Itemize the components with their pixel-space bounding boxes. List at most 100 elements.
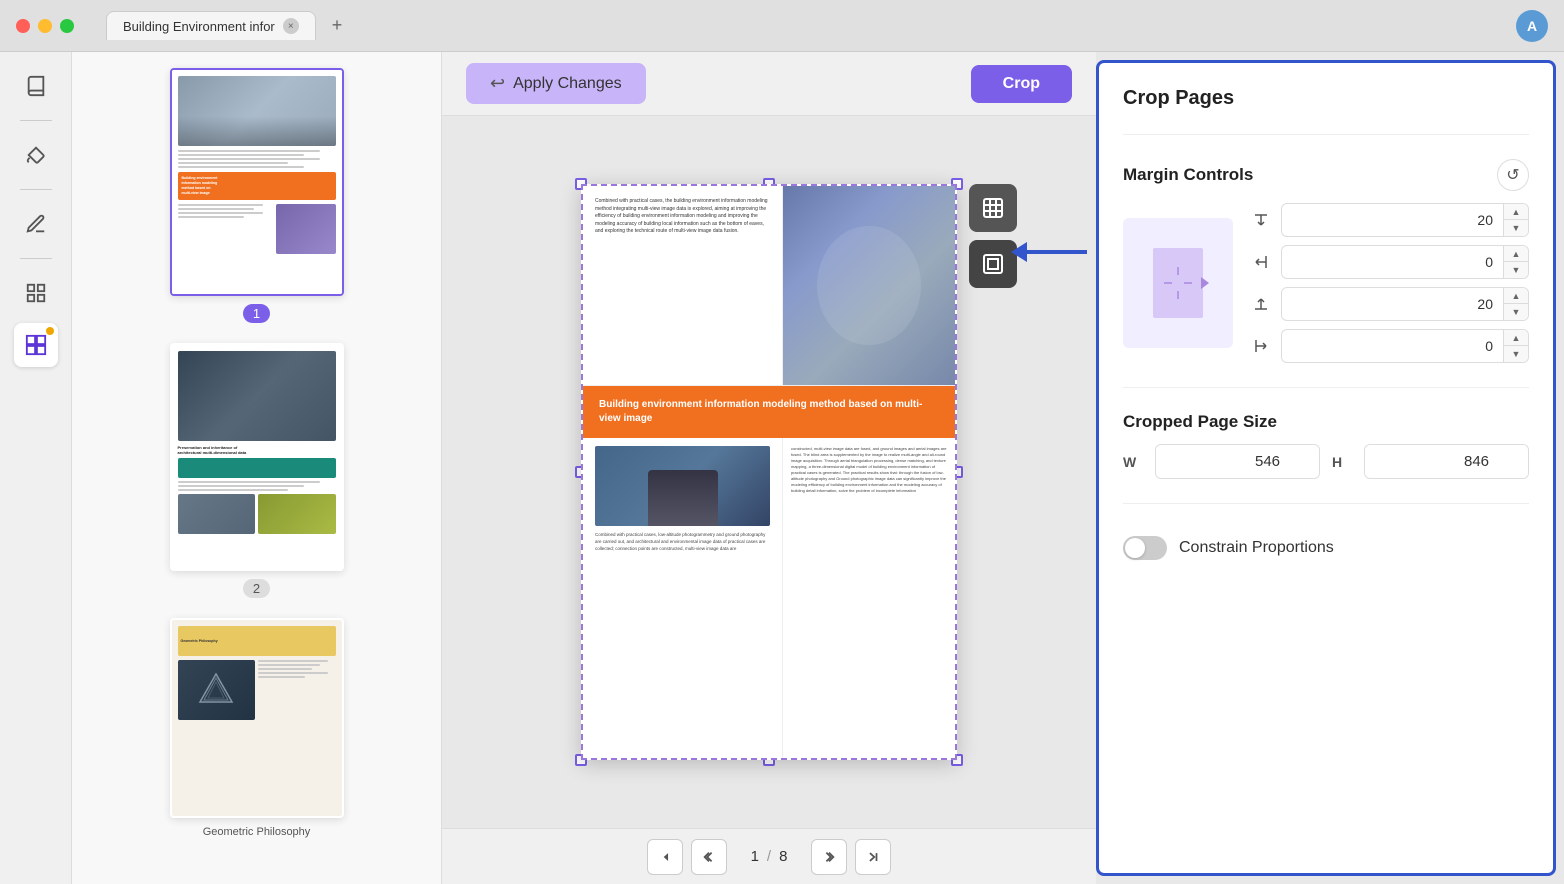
margin-left-up-button[interactable]: ▲ [1504,330,1528,346]
last-page-button[interactable] [855,839,891,875]
margin-right-input-wrap[interactable]: ▲ ▼ [1281,245,1529,279]
apply-changes-button[interactable]: ↩ Apply Changes [466,63,646,104]
page-canvas: Combined with practical cases, the build… [442,116,1096,828]
cropped-size-title: Cropped Page Size [1123,412,1529,432]
margin-left-input-wrap[interactable]: ▲ ▼ [1281,329,1529,363]
margin-inner-diagram [1153,248,1203,318]
separator-2 [1123,387,1529,388]
size-row: W ▲ ▼ H ▲ ▼ [1123,444,1529,479]
crop-button[interactable]: Crop [971,65,1072,103]
thumbnail-image-3[interactable]: Geometric Philosophy [170,618,344,818]
prev-prev-page-button[interactable] [691,839,727,875]
center-crop-button[interactable] [969,240,1017,288]
icon-sidebar [0,52,72,884]
margin-top-icon [1249,208,1273,232]
margin-top-input[interactable] [1282,206,1503,234]
margin-bottom-steppers[interactable]: ▲ ▼ [1503,288,1528,320]
constrain-label: Constrain Proportions [1179,539,1334,557]
page-divider: / [767,848,771,865]
page-top-row: Combined with practical cases, the build… [583,186,955,386]
paint-icon-button[interactable] [14,133,58,177]
page-outer: Combined with practical cases, the build… [581,184,957,760]
pages-icon-button[interactable] [14,271,58,315]
height-label: H [1332,454,1352,470]
next-next-page-button[interactable] [811,839,847,875]
total-pages: 8 [779,848,787,865]
crop-tools [969,184,1017,288]
thumbnail-item-2[interactable]: Preservation and inheritance ofarchitect… [170,343,344,598]
constrain-proportions-row: Constrain Proportions [1123,528,1529,560]
margin-controls-section: Margin Controls ↺ [1123,159,1529,363]
edit-icon-button[interactable] [14,202,58,246]
margin-row-right: ▲ ▼ [1249,245,1529,279]
arrow-body [1027,250,1087,254]
maximize-window-button[interactable] [60,19,74,33]
page-bottom-right-text: constructed, multi-view image data are f… [783,438,955,758]
width-input[interactable] [1156,445,1320,478]
thumbnail-item-3[interactable]: Geometric Philosophy [170,618,344,838]
thumbnail-image-1[interactable]: Building environmentinformation modeling… [170,68,344,296]
page-photo-person [595,446,770,526]
minimize-window-button[interactable] [38,19,52,33]
margin-right-steppers[interactable]: ▲ ▼ [1503,246,1528,278]
width-label: W [1123,454,1143,470]
margin-left-icon [1249,334,1273,358]
panel-title: Crop Pages [1123,87,1529,110]
height-input[interactable] [1365,445,1529,478]
margin-right-up-button[interactable]: ▲ [1504,246,1528,262]
margin-top-down-button[interactable]: ▼ [1504,220,1528,236]
tab-area: Building Environment infor × + [106,11,1504,40]
page-num-1: 1 [243,304,270,323]
reset-margins-button[interactable]: ↺ [1497,159,1529,191]
page-label-3: Geometric Philosophy [203,826,311,838]
fit-crop-button[interactable] [969,184,1017,232]
apply-icon: ↩ [490,73,505,94]
page-bottom-left: Combined with practical cases, low-altit… [583,438,783,758]
tab-close-button[interactable]: × [283,18,299,34]
margin-inputs: ▲ ▼ [1249,203,1529,363]
active-dot [46,327,54,335]
margin-bottom-up-button[interactable]: ▲ [1504,288,1528,304]
margin-bottom-input[interactable] [1282,290,1503,318]
current-page: 1 [751,848,759,865]
sidebar-divider-1 [20,120,52,121]
crop-pages-icon-button[interactable] [14,323,58,367]
close-window-button[interactable] [16,19,30,33]
arrow-head [1011,242,1027,262]
page-photo-right [783,186,955,385]
margin-top-up-button[interactable]: ▲ [1504,204,1528,220]
thumbnail-item-1[interactable]: Building environmentinformation modeling… [170,68,344,323]
page-num-2: 2 [243,579,270,598]
page-photo-1 [783,186,955,385]
toolbar: ↩ Apply Changes Crop [442,52,1096,116]
height-input-wrap[interactable]: ▲ ▼ [1364,444,1529,479]
margin-bottom-icon [1249,292,1273,316]
margin-right-input[interactable] [1282,248,1503,276]
page-content: Combined with practical cases, the build… [583,186,955,758]
page-bottom-left-text: Combined with practical cases, low-altit… [595,532,770,552]
margin-row-bottom: ▲ ▼ [1249,287,1529,321]
margin-left-input[interactable] [1282,332,1503,360]
margin-left-steppers[interactable]: ▲ ▼ [1503,330,1528,362]
page-text-left: Combined with practical cases, the build… [583,186,783,385]
constrain-proportions-toggle[interactable] [1123,536,1167,560]
margin-top-steppers[interactable]: ▲ ▼ [1503,204,1528,236]
margin-top-input-wrap[interactable]: ▲ ▼ [1281,203,1529,237]
margin-left-down-button[interactable]: ▼ [1504,346,1528,362]
cropped-page-size-section: Cropped Page Size W ▲ ▼ H ▲ ▼ [1123,412,1529,479]
first-page-button[interactable] [647,839,683,875]
margin-diagram [1123,218,1233,348]
thumbnail-image-2[interactable]: Preservation and inheritance ofarchitect… [170,343,344,571]
book-icon-button[interactable] [14,64,58,108]
width-input-wrap[interactable]: ▲ ▼ [1155,444,1320,479]
new-tab-button[interactable]: + [324,11,351,40]
margin-right-icon [1249,250,1273,274]
avatar: A [1516,10,1548,42]
right-panel: Crop Pages Margin Controls ↺ [1096,60,1556,876]
margin-right-down-button[interactable]: ▼ [1504,262,1528,278]
main-layout: Building environmentinformation modeling… [0,52,1564,884]
active-tab[interactable]: Building Environment infor × [106,11,316,40]
margin-bottom-input-wrap[interactable]: ▲ ▼ [1281,287,1529,321]
pagination: 1 / 8 [442,828,1096,884]
margin-bottom-down-button[interactable]: ▼ [1504,304,1528,320]
